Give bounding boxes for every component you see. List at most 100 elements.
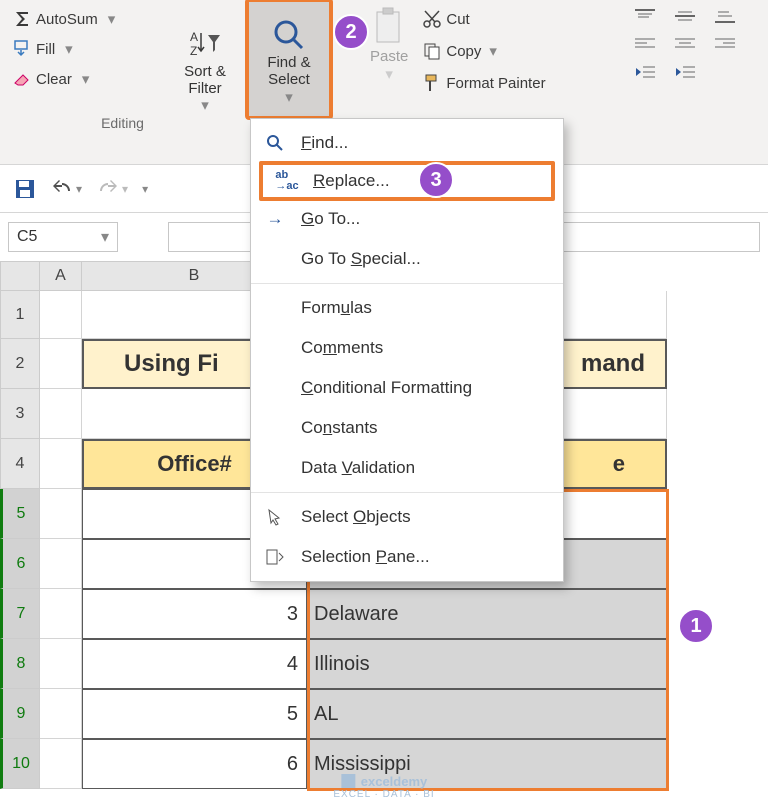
- chevron-down-icon: ▾: [285, 89, 293, 106]
- menu-select-objects[interactable]: Select Objects: [251, 497, 563, 537]
- watermark-icon: [341, 773, 357, 789]
- cell[interactable]: Illinois: [307, 639, 667, 689]
- row-header[interactable]: 5: [0, 489, 40, 539]
- fill-label: Fill: [36, 41, 55, 58]
- cell[interactable]: [40, 291, 82, 339]
- watermark-name: exceldemy: [361, 774, 428, 789]
- menu-formulas[interactable]: Formulas: [251, 288, 563, 328]
- row-header[interactable]: 9: [0, 689, 40, 739]
- chevron-down-icon: ▾: [489, 42, 497, 60]
- increase-indent-button[interactable]: [670, 62, 700, 82]
- cut-button[interactable]: Cut: [418, 6, 549, 32]
- copy-button[interactable]: Copy ▾: [418, 38, 549, 64]
- menu-constants-label: Constants: [301, 418, 378, 438]
- cut-label: Cut: [446, 11, 469, 28]
- indent-left-icon: [635, 65, 655, 79]
- row-header[interactable]: 6: [0, 539, 40, 589]
- menu-goto-special[interactable]: Go To Special...: [251, 239, 563, 279]
- header-office-label: Office#: [157, 451, 232, 477]
- editing-group-label: Editing: [0, 115, 245, 131]
- redo-icon: [96, 178, 120, 200]
- cell[interactable]: 4: [82, 639, 307, 689]
- clear-label: Clear: [36, 71, 72, 88]
- cell[interactable]: 6: [82, 739, 307, 789]
- menu-cond-format-label: Conditional Formatting: [301, 378, 472, 398]
- menu-data-validation[interactable]: Data Validation: [251, 448, 563, 488]
- decrease-indent-button[interactable]: [630, 62, 660, 82]
- menu-goto[interactable]: → Go To...: [251, 199, 563, 239]
- eraser-icon: [12, 69, 32, 89]
- save-button[interactable]: [14, 178, 36, 200]
- menu-data-validation-label: Data Validation: [301, 458, 415, 478]
- chevron-down-icon: ▾: [82, 70, 90, 88]
- menu-comments-label: Comments: [301, 338, 383, 358]
- save-icon: [14, 178, 36, 200]
- cell[interactable]: [40, 389, 82, 439]
- copy-label: Copy: [446, 43, 481, 60]
- cell[interactable]: [40, 439, 82, 489]
- cell[interactable]: [40, 489, 82, 539]
- menu-conditional-formatting[interactable]: Conditional Formatting: [251, 368, 563, 408]
- align-center-button[interactable]: [670, 34, 700, 54]
- chevron-down-icon: ▾: [385, 65, 393, 83]
- autosum-label: AutoSum: [36, 11, 98, 28]
- cell[interactable]: AL: [307, 689, 667, 739]
- paste-button[interactable]: Paste ▾: [360, 0, 418, 120]
- chevron-down-icon[interactable]: ▾: [142, 182, 148, 196]
- cell[interactable]: 3: [82, 589, 307, 639]
- autosum-button[interactable]: AutoSum ▾: [8, 6, 157, 32]
- row-header[interactable]: 1: [0, 291, 40, 339]
- cell[interactable]: [40, 539, 82, 589]
- callout-badge-1: 1: [678, 608, 714, 644]
- align-bottom-button[interactable]: [710, 6, 740, 26]
- row-header[interactable]: 4: [0, 439, 40, 489]
- align-left-button[interactable]: [630, 34, 660, 54]
- cell[interactable]: [40, 639, 82, 689]
- cell-value: Delaware: [314, 603, 398, 626]
- menu-find[interactable]: Find...: [251, 123, 563, 163]
- chevron-down-icon: ▾: [201, 97, 209, 114]
- menu-constants[interactable]: Constants: [251, 408, 563, 448]
- cell[interactable]: [40, 339, 82, 389]
- cursor-icon: [263, 508, 287, 526]
- find-select-button[interactable]: Find & Select ▾: [245, 0, 333, 120]
- cell-value: 6: [287, 753, 298, 776]
- col-header-a[interactable]: A: [40, 261, 82, 291]
- align-middle-button[interactable]: [670, 6, 700, 26]
- selection-pane-icon: [263, 549, 287, 565]
- clear-button[interactable]: Clear ▾: [8, 66, 157, 92]
- align-top-button[interactable]: [630, 6, 660, 26]
- undo-button[interactable]: ▾: [50, 178, 82, 200]
- row-header[interactable]: 3: [0, 389, 40, 439]
- paste-label: Paste: [370, 48, 408, 65]
- paste-icon: [371, 6, 407, 48]
- paintbrush-icon: [422, 73, 442, 93]
- align-center-icon: [675, 37, 695, 51]
- chevron-down-icon: ▾: [108, 10, 116, 28]
- watermark: exceldemy EXCEL · DATA · BI: [333, 773, 434, 800]
- menu-replace-label: Replace...: [313, 171, 390, 191]
- cell-value: AL: [314, 703, 338, 726]
- find-select-menu: Find... ab→ac Replace... → Go To... Go T…: [250, 118, 564, 582]
- cell-value: Illinois: [314, 653, 370, 676]
- row-header[interactable]: 7: [0, 589, 40, 639]
- name-box[interactable]: C5 ▾: [8, 222, 118, 252]
- menu-selection-pane[interactable]: Selection Pane...: [251, 537, 563, 577]
- menu-formulas-label: Formulas: [301, 298, 372, 318]
- select-all-corner[interactable]: [0, 261, 40, 291]
- cell[interactable]: 5: [82, 689, 307, 739]
- menu-comments[interactable]: Comments: [251, 328, 563, 368]
- align-right-button[interactable]: [710, 34, 740, 54]
- align-bottom-icon: [715, 9, 735, 23]
- menu-replace[interactable]: ab→ac Replace...: [259, 161, 555, 201]
- row-header[interactable]: 8: [0, 639, 40, 689]
- redo-button[interactable]: ▾: [96, 178, 128, 200]
- cell[interactable]: [40, 589, 82, 639]
- cell[interactable]: [40, 739, 82, 789]
- cell[interactable]: [40, 689, 82, 739]
- cell[interactable]: Delaware: [307, 589, 667, 639]
- format-painter-button[interactable]: Format Painter: [418, 70, 549, 96]
- fill-button[interactable]: Fill ▾: [8, 36, 157, 62]
- row-header[interactable]: 2: [0, 339, 40, 389]
- row-header[interactable]: 10: [0, 739, 40, 789]
